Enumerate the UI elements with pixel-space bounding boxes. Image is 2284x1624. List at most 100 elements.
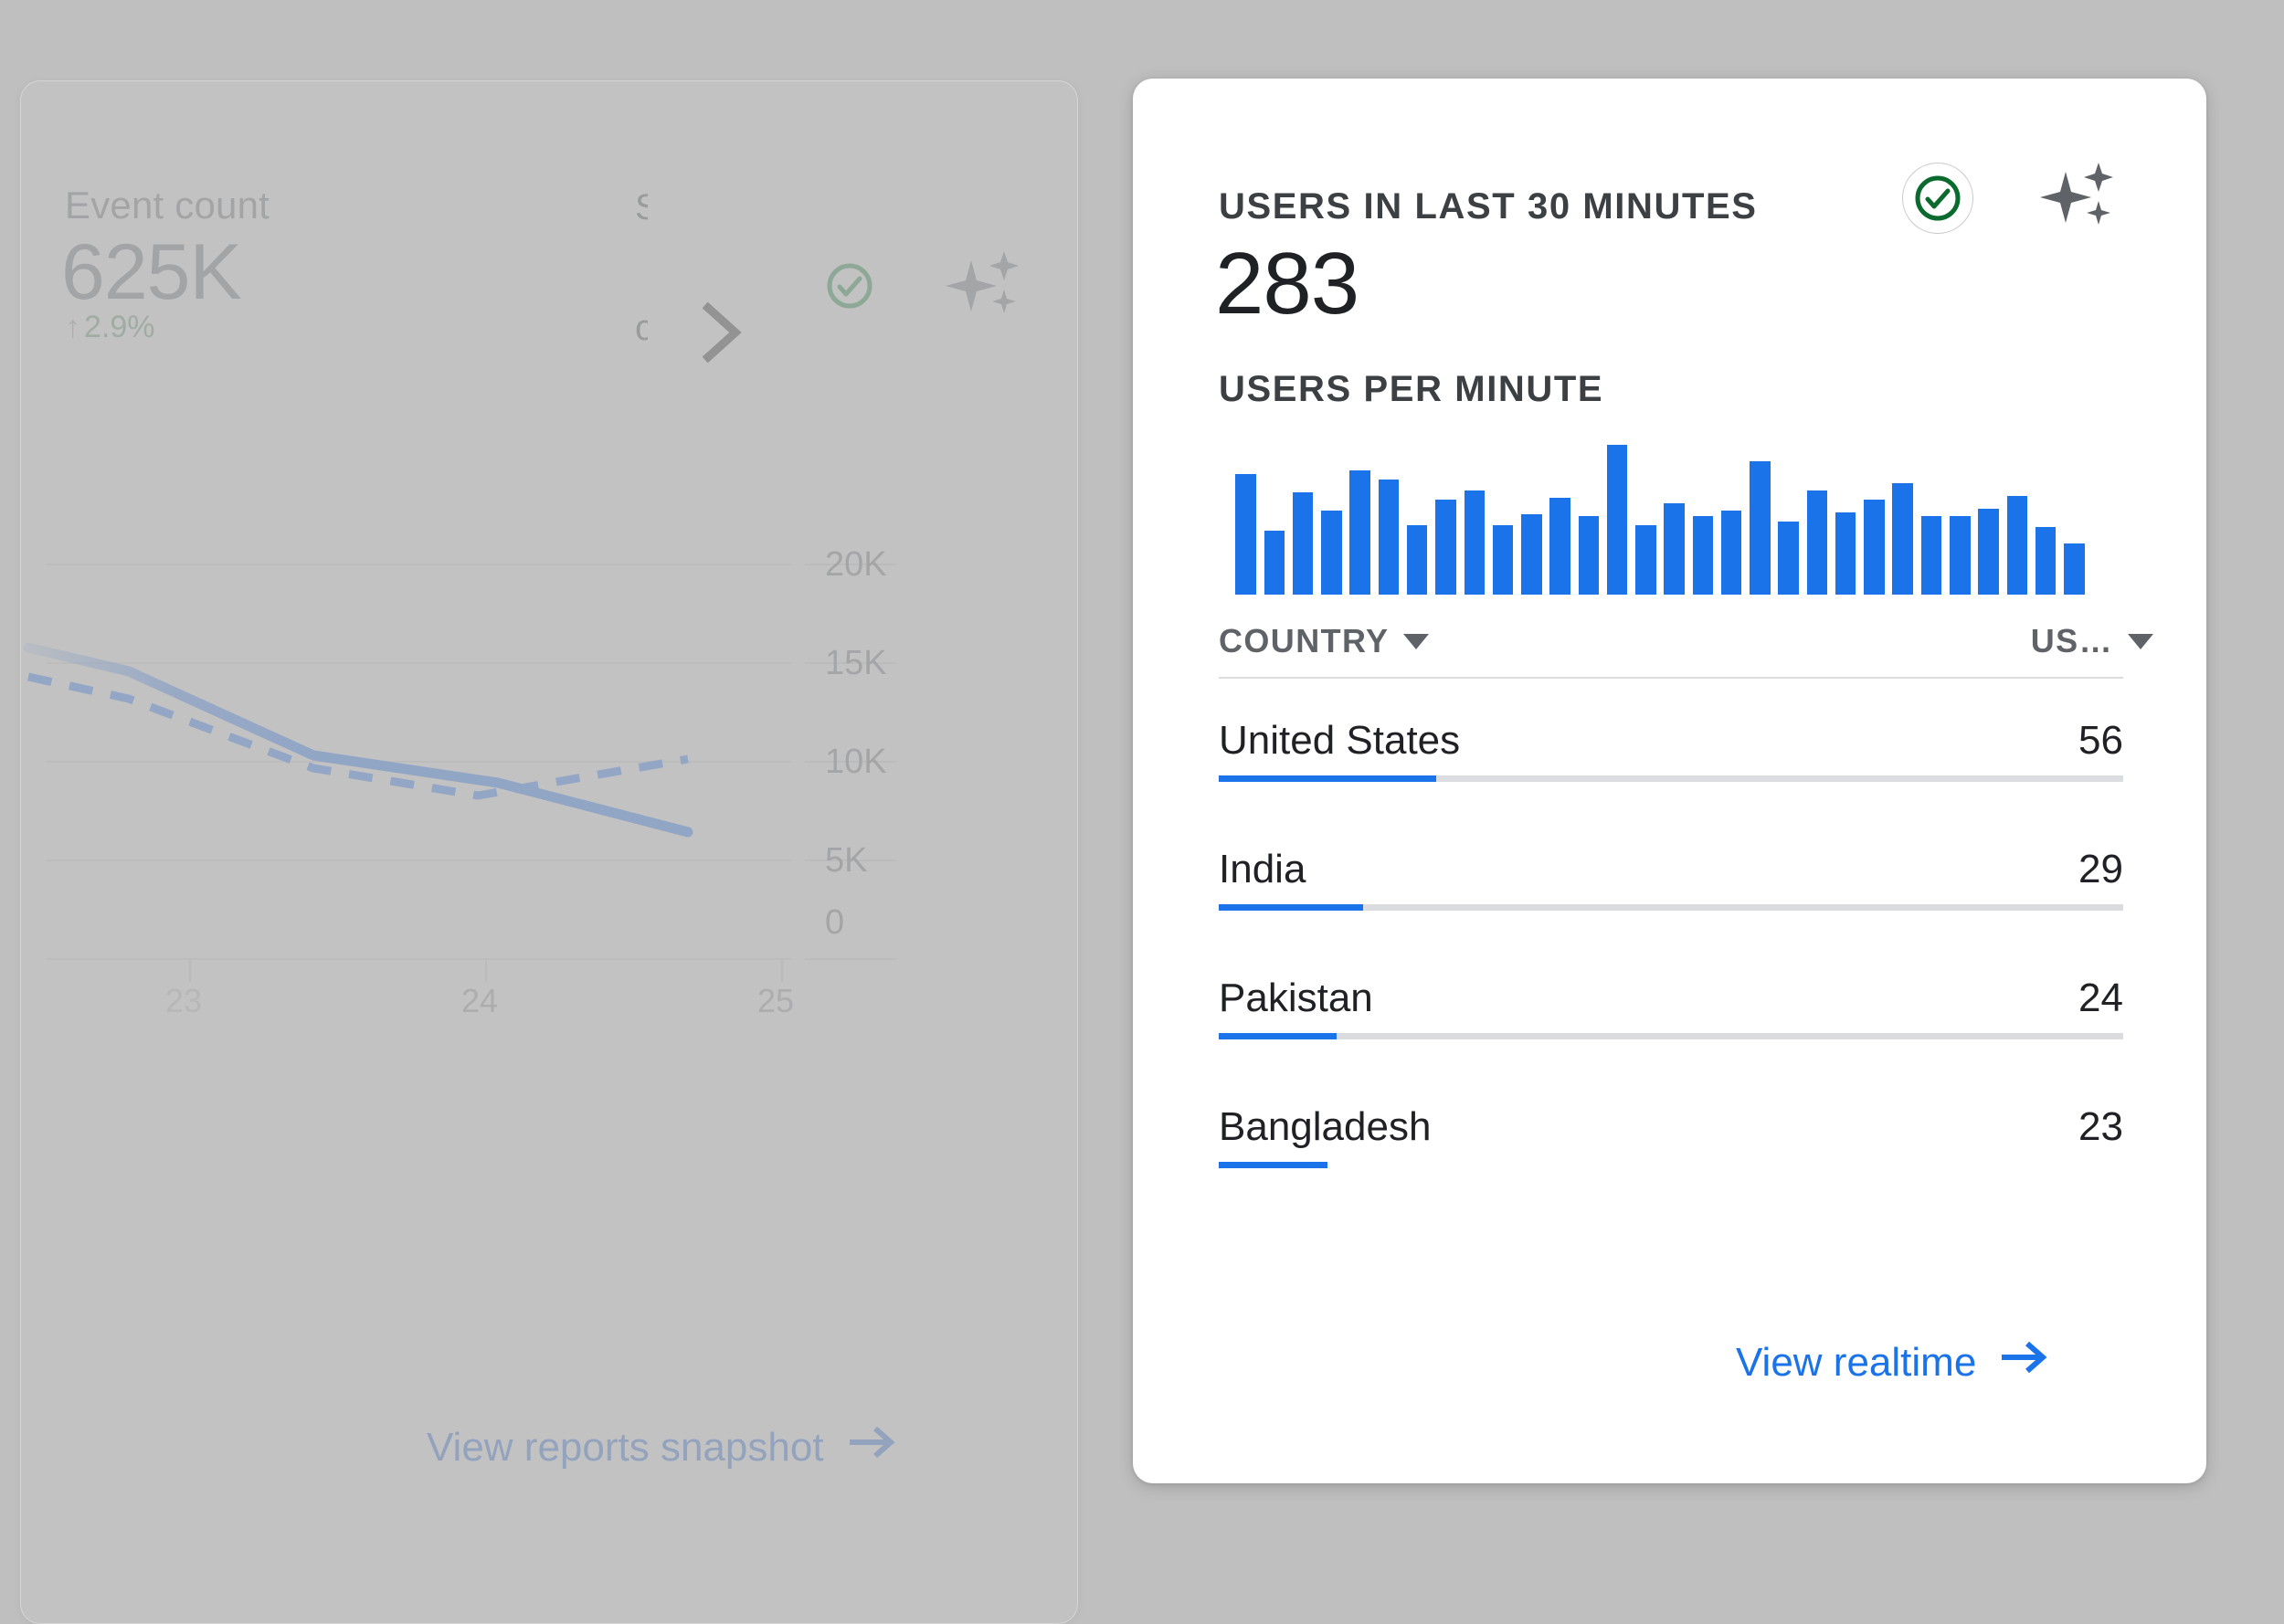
- bar: [1978, 509, 1999, 595]
- country-users-value: 29: [2078, 847, 2123, 891]
- bar: [2006, 496, 2028, 595]
- bar-slot: [1974, 430, 2003, 595]
- bar: [1406, 525, 1428, 595]
- users-per-minute-bar-chart: [1232, 430, 2088, 595]
- bar: [1920, 516, 1942, 595]
- view-reports-snapshot-link[interactable]: View reports snapshot: [427, 1424, 897, 1471]
- sparkle-icon[interactable]: [944, 248, 1020, 324]
- bar: [1578, 516, 1600, 595]
- table-header-users-label: US…: [2030, 622, 2113, 659]
- clipped-text-fragment-top: S: [635, 189, 648, 229]
- bar-slot: [1460, 430, 1488, 595]
- country-users-value: 56: [2078, 718, 2123, 763]
- caret-down-icon: [2128, 633, 2153, 649]
- progress-fill: [1219, 1162, 1327, 1168]
- check-circle-icon[interactable]: [1902, 163, 1973, 234]
- arrow-right-icon: [2000, 1339, 2049, 1386]
- bar-slot: [1718, 430, 1746, 595]
- view-realtime-link[interactable]: View realtime: [1736, 1339, 2049, 1386]
- progress-fill: [1219, 904, 1364, 911]
- table-row[interactable]: Pakistan 24: [1219, 975, 2123, 1039]
- progress-fill: [1219, 1033, 1337, 1039]
- event-count-card[interactable]: Event count 625K ↑2.9% S c . 20K 15: [20, 80, 1078, 1624]
- users-per-minute-label: USERS PER MINUTE: [1219, 369, 1604, 409]
- table-header-country[interactable]: COUNTRY: [1219, 622, 1430, 660]
- realtime-card[interactable]: USERS IN LAST 30 MINUTES 283 USERS PER M…: [1133, 79, 2206, 1483]
- bar: [1692, 516, 1714, 595]
- bar-slot: [1688, 430, 1717, 595]
- table-row[interactable]: Bangladesh 23: [1219, 1104, 2123, 1168]
- bar: [2064, 543, 2085, 595]
- bar: [1492, 525, 1514, 595]
- x-tick-23: 23: [165, 982, 203, 1019]
- bar-slot: [2031, 430, 2059, 595]
- delta-up-arrow-icon: ↑: [65, 310, 80, 344]
- bar: [1235, 474, 1256, 595]
- bar-slot: [2060, 430, 2088, 595]
- view-reports-snapshot-label: View reports snapshot: [427, 1424, 824, 1470]
- bar: [1950, 516, 1971, 595]
- check-circle-icon[interactable]: [814, 250, 885, 322]
- y-tick-5k: 5K: [825, 841, 868, 880]
- bar: [1806, 490, 1828, 595]
- users-last-30-min-value: 283: [1215, 235, 1359, 332]
- bar: [1606, 445, 1628, 595]
- bar: [1750, 461, 1771, 595]
- bar: [1464, 490, 1485, 595]
- bar-slot: [1517, 430, 1546, 595]
- bar: [1378, 480, 1400, 595]
- bar-slot: [1260, 430, 1288, 595]
- bar-slot: [1403, 430, 1432, 595]
- arrow-right-icon: [848, 1424, 897, 1471]
- country-users-value: 24: [2078, 975, 2123, 1020]
- bar-slot: [1660, 430, 1688, 595]
- bar-slot: [1602, 430, 1631, 595]
- bar-slot: [1946, 430, 1974, 595]
- sparkle-icon[interactable]: [2038, 159, 2115, 236]
- event-count-line-chart: 20K 15K 10K 5K 0 23 24 25: [21, 511, 1077, 1250]
- caret-down-icon: [1403, 633, 1430, 649]
- progress-fill: [1219, 775, 1436, 782]
- y-tick-10k: 10K: [825, 743, 887, 781]
- card-metric-delta: ↑ 2.9%: [65, 310, 155, 345]
- bar-slot: [1432, 430, 1460, 595]
- card-metric-value: 625K: [61, 228, 242, 316]
- bar: [1864, 500, 1885, 595]
- table-row[interactable]: India 29: [1219, 847, 2123, 911]
- bar-slot: [1232, 430, 1260, 595]
- bar-slot: [1374, 430, 1402, 595]
- table-header-users[interactable]: US…: [2031, 622, 2153, 660]
- y-tick-20k: 20K: [825, 545, 887, 584]
- country-name: Bangladesh: [1219, 1104, 1432, 1149]
- bar-slot: [1917, 430, 1945, 595]
- bar-slot: [1860, 430, 1888, 595]
- bar: [1292, 492, 1314, 595]
- bar-slot: [2003, 430, 2031, 595]
- bar: [1264, 531, 1285, 595]
- country-name: Pakistan: [1219, 975, 1373, 1020]
- bar: [1892, 483, 1913, 595]
- bar-slot: [1546, 430, 1574, 595]
- bar: [2035, 527, 2057, 595]
- bar-slot: [1346, 430, 1374, 595]
- country-name: United States: [1219, 718, 1461, 763]
- bar: [1435, 500, 1456, 595]
- bar-slot: [1317, 430, 1346, 595]
- table-divider: [1219, 677, 2123, 679]
- table-row[interactable]: United States 56: [1219, 718, 2123, 782]
- country-users-value: 23: [2078, 1104, 2123, 1149]
- bar: [1664, 503, 1685, 595]
- bar-slot: [1832, 430, 1860, 595]
- bar: [1549, 498, 1570, 595]
- chevron-right-icon[interactable]: [699, 301, 743, 364]
- bar: [1349, 470, 1370, 595]
- bar: [1835, 512, 1856, 595]
- y-tick-0: 0: [825, 903, 845, 942]
- x-tick-24: 24: [461, 982, 499, 1019]
- users-last-30-min-label: USERS IN LAST 30 MINUTES: [1219, 186, 1758, 227]
- bar-slot: [1746, 430, 1774, 595]
- table-header-country-label: COUNTRY: [1219, 622, 1390, 659]
- bar-slot: [1289, 430, 1317, 595]
- bar: [1720, 511, 1742, 595]
- country-name: India: [1219, 847, 1306, 891]
